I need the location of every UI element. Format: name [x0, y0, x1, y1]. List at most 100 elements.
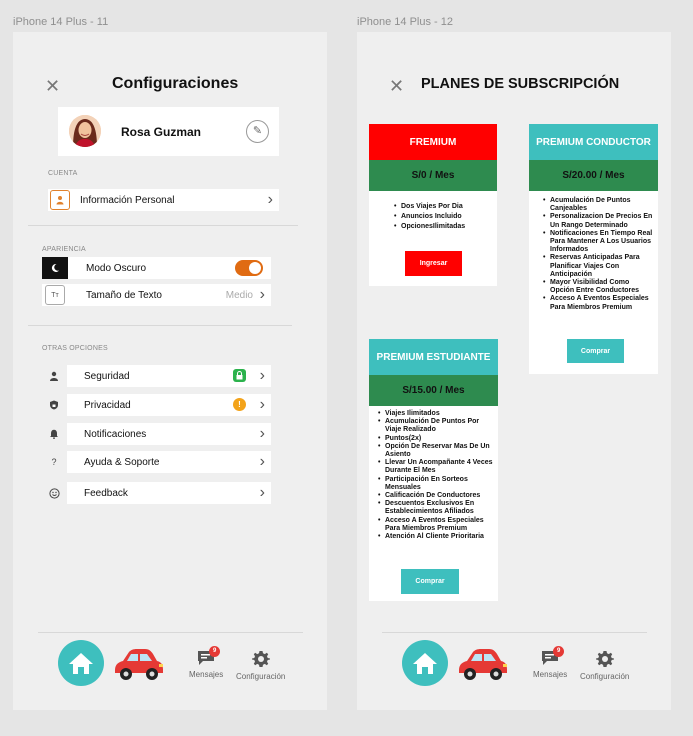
text-size-icon: Tт: [45, 285, 65, 305]
settings-item-personal-info[interactable]: Información Personal ›: [48, 189, 279, 211]
plan-feature: Acceso A Eventos Especiales Para Miembro…: [542, 295, 654, 311]
pencil-icon: ✎: [252, 125, 263, 137]
home-button[interactable]: [402, 640, 448, 686]
plan-feature: Calificación De Conductores: [377, 492, 495, 500]
settings-item-label: Ayuda & Soporte: [84, 457, 160, 468]
plan-feature: Reservas Anticipadas Para Planificar Via…: [542, 254, 654, 279]
chevron-right-icon: ›: [259, 425, 265, 442]
plan-feature: Acumulación De Puntos Por Viaje Realizad…: [377, 418, 495, 434]
chevron-right-icon: ›: [259, 484, 265, 501]
lock-icon: [233, 369, 246, 382]
warning-icon: !: [233, 398, 246, 411]
gear-icon: [251, 651, 270, 670]
gear-icon: [595, 651, 614, 670]
plan-price: S/15.00 / Mes: [369, 375, 498, 406]
home-icon: [69, 653, 93, 674]
section-label-other: OTRAS OPCIONES: [42, 345, 108, 352]
bell-icon: [44, 424, 64, 444]
moon-icon: [42, 257, 68, 279]
car-icon[interactable]: [113, 646, 165, 687]
settings-item-feedback[interactable]: Feedback ›: [42, 482, 271, 504]
plan-features: Dos Viajes Por Dia Anuncios Incluido Opc…: [393, 202, 493, 232]
plan-feature: Mayor Visibilidad Como Opción Entre Cond…: [542, 279, 654, 295]
settings-item-label: Seguridad: [84, 371, 130, 382]
dark-mode-toggle[interactable]: [235, 260, 263, 276]
settings-screen: ✕ Configuraciones Rosa Guzman ✎ CUENTA I…: [13, 32, 327, 710]
plan-feature: Viajes Ilimitados: [377, 410, 495, 418]
frame-label-settings: iPhone 14 Plus - 11: [13, 16, 109, 28]
tab-messages[interactable]: 9 Mensajes: [189, 646, 224, 679]
shield-icon: [44, 395, 64, 415]
plan-price: S/20.00 / Mes: [529, 160, 658, 191]
close-icon[interactable]: ✕: [389, 77, 404, 95]
plan-feature: Acceso A Eventos Especiales Para Miembro…: [377, 517, 495, 533]
plan-feature: Llevar Un Acompañante 4 Veces Durante El…: [377, 459, 495, 475]
chevron-right-icon: ›: [259, 396, 265, 413]
buy-button-student[interactable]: Comprar: [401, 569, 459, 594]
messages-icon: 9: [541, 646, 565, 668]
chevron-right-icon: ›: [259, 286, 265, 303]
plan-name: PREMIUM ESTUDIANTE: [369, 339, 498, 375]
settings-item-text-size[interactable]: Tт Tamaño de Texto Medio ›: [42, 284, 271, 306]
edit-profile-button[interactable]: ✎: [246, 120, 269, 143]
text-size-value: Medio: [225, 290, 253, 301]
section-label-account: CUENTA: [48, 170, 78, 177]
profile-name: Rosa Guzman: [121, 125, 202, 139]
tab-settings[interactable]: Configuración: [580, 650, 629, 681]
frame-label-plans: iPhone 14 Plus - 12: [357, 16, 454, 28]
tab-messages[interactable]: 9 Mensajes: [533, 646, 568, 679]
settings-item-security[interactable]: Seguridad ›: [42, 365, 271, 387]
settings-item-label: Notificaciones: [84, 429, 147, 440]
tab-settings[interactable]: Configuración: [236, 650, 285, 681]
enter-button[interactable]: Ingresar: [405, 251, 462, 276]
plan-feature: Dos Viajes Por Dia: [393, 202, 493, 212]
help-icon: ?: [51, 457, 57, 467]
home-icon: [413, 653, 437, 674]
chevron-right-icon: ›: [259, 453, 265, 470]
chevron-right-icon: ›: [267, 191, 273, 208]
plan-feature: Acumulación De Puntos Canjeables: [542, 197, 654, 213]
plan-feature: Descuentos Exclusivos En Establecimiento…: [377, 500, 495, 516]
tabbar-divider: [382, 632, 647, 633]
plan-feature: Puntos(2x): [377, 435, 495, 443]
page-title: Configuraciones: [112, 75, 239, 92]
tab-messages-label: Mensajes: [189, 670, 224, 679]
plan-name: FREMIUM: [369, 124, 497, 160]
section-label-appearance: APARIENCIA: [42, 246, 86, 253]
plan-card-student: PREMIUM ESTUDIANTE S/15.00 / Mes Viajes …: [369, 339, 498, 601]
plan-feature: Participación En Sorteos Mensuales: [377, 476, 495, 492]
plan-price: S/0 / Mes: [369, 160, 497, 191]
settings-item-privacy[interactable]: Privacidad ! ›: [42, 394, 271, 416]
close-icon[interactable]: ✕: [45, 77, 60, 95]
plan-name: PREMIUM CONDUCTOR: [529, 124, 658, 160]
settings-item-label: Modo Oscuro: [86, 263, 147, 274]
plans-screen: ✕ PLANES DE SUBSCRIPCIÓN FREMIUM S/0 / M…: [357, 32, 671, 710]
settings-item-help[interactable]: ? Ayuda & Soporte ›: [42, 451, 271, 473]
plan-feature: Opción De Reservar Mas De Un Asiento: [377, 443, 495, 459]
person-icon: [50, 190, 70, 210]
home-button[interactable]: [58, 640, 104, 686]
divider: [28, 225, 298, 226]
tab-settings-label: Configuración: [236, 672, 286, 681]
smile-icon: [44, 483, 64, 503]
page-title: PLANES DE SUBSCRIPCIÓN: [421, 76, 620, 92]
divider: [28, 325, 292, 326]
profile-card[interactable]: Rosa Guzman ✎: [58, 107, 279, 156]
tab-messages-label: Mensajes: [533, 670, 568, 679]
settings-item-dark-mode[interactable]: Modo Oscuro: [42, 257, 271, 279]
plan-feature: Anuncios Incluido: [393, 212, 493, 222]
avatar: [69, 115, 101, 147]
plan-card-freemium: FREMIUM S/0 / Mes Dos Viajes Por Dia Anu…: [369, 124, 497, 286]
user-icon: [44, 366, 64, 386]
plan-features: Acumulación De Puntos Canjeables Persona…: [542, 197, 654, 312]
settings-item-label: Privacidad: [84, 400, 131, 411]
car-icon[interactable]: [457, 646, 509, 687]
buy-button-driver[interactable]: Comprar: [567, 339, 624, 363]
settings-item-notifications[interactable]: Notificaciones ›: [42, 423, 271, 445]
plan-features: Viajes Ilimitados Acumulación De Puntos …: [377, 410, 495, 541]
messages-count-badge: 9: [209, 646, 221, 657]
settings-item-label: Feedback: [84, 488, 128, 499]
settings-item-label: Información Personal: [80, 195, 175, 206]
messages-icon: 9: [197, 646, 221, 668]
plan-card-driver: PREMIUM CONDUCTOR S/20.00 / Mes Acumulac…: [529, 124, 658, 374]
